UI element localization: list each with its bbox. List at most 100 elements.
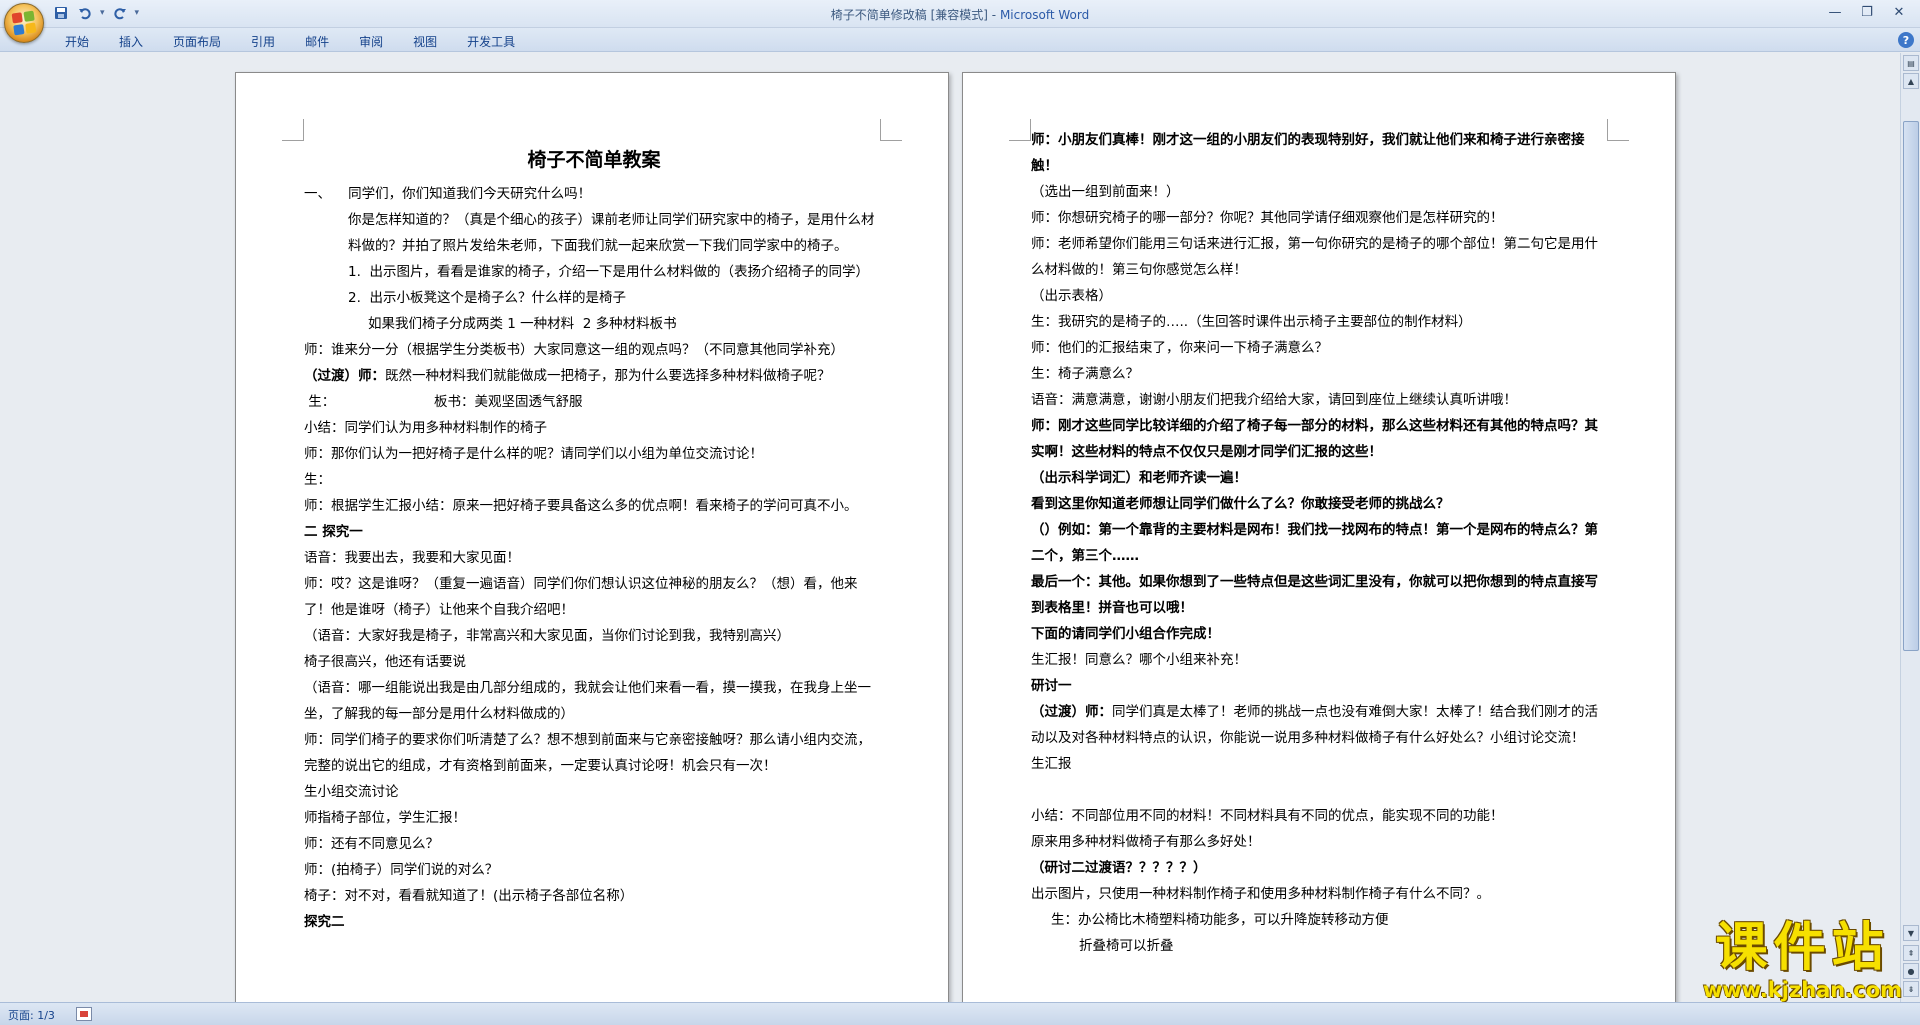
paragraph: 二 探究一: [304, 524, 363, 540]
paragraph: [1031, 777, 1611, 803]
tab-review[interactable]: 审阅: [344, 31, 398, 52]
paragraph: 一、 同学们，你们知道我们今天研究什么吗！: [304, 186, 592, 202]
status-bar: 页面: 1/3: [0, 1002, 1920, 1025]
paragraph: （选出一组到前面来！）: [1031, 184, 1180, 200]
browse-object-icon[interactable]: ●: [1903, 963, 1919, 979]
document-title: 椅子不简单修改稿 [兼容模式]: [830, 8, 988, 22]
paragraph: 1. 出示图片，看看是谁家的椅子，介绍一下是用什么材料做的（表扬介绍椅子的同学）: [348, 264, 869, 280]
paragraph: 研讨一: [1031, 678, 1072, 694]
document-heading: 椅子不简单教案: [527, 149, 661, 171]
watermark-url: www.kjzhan.com: [1702, 978, 1902, 1002]
minimize-icon[interactable]: —: [1820, 2, 1850, 22]
tab-home[interactable]: 开始: [50, 31, 104, 52]
proofing-icon[interactable]: [76, 1007, 92, 1021]
page-1-content[interactable]: 椅子不简单教案 一、 同学们，你们知道我们今天研究什么吗！ 你是怎样知道的？（真是…: [304, 141, 884, 935]
paragraph: 师：刚才这些同学比较详细的介绍了椅子每一部分的材料，那么这些材料还有其他的特点吗…: [1031, 418, 1598, 460]
document-area: 椅子不简单教案 一、 同学们，你们知道我们今天研究什么吗！ 你是怎样知道的？（真是…: [0, 53, 1900, 1002]
paragraph: 探究二: [304, 914, 345, 930]
page-2[interactable]: 师：小朋友们真棒！刚才这一组的小朋友们的表现特别好，我们就让他们来和椅子进行亲密…: [962, 72, 1676, 1002]
scroll-thumb[interactable]: [1903, 121, 1919, 651]
paragraph: 师：小朋友们真棒！刚才这一组的小朋友们的表现特别好，我们就让他们来和椅子进行亲密…: [1031, 132, 1585, 174]
paragraph: 师：还有不同意见么？: [304, 836, 439, 852]
tab-developer[interactable]: 开发工具: [452, 31, 530, 52]
bold-label: （过渡）师：: [1031, 704, 1112, 720]
page-1[interactable]: 椅子不简单教案 一、 同学们，你们知道我们今天研究什么吗！ 你是怎样知道的？（真是…: [235, 72, 949, 1002]
paragraph: 生汇报: [1031, 756, 1072, 772]
paragraph: 语音：我要出去，我要和大家见面！: [304, 550, 520, 566]
paragraph: 师：根据学生汇报小结：原来一把好椅子要具备这么多的优点啊！看来椅子的学问可真不小…: [304, 498, 858, 514]
next-page-icon[interactable]: ⇟: [1903, 981, 1919, 997]
office-logo-icon: [11, 10, 37, 36]
paragraph: （出示表格）: [1031, 288, 1112, 304]
page-2-content[interactable]: 师：小朋友们真棒！刚才这一组的小朋友们的表现特别好，我们就让他们来和椅子进行亲密…: [1031, 127, 1611, 959]
paragraph: （过渡）师：同学们真是太棒了！老师的挑战一点也没有难倒大家！太棒了！结合我们刚才…: [1031, 704, 1598, 746]
tab-page-layout[interactable]: 页面布局: [158, 31, 236, 52]
previous-page-icon[interactable]: ⇞: [1903, 945, 1919, 961]
paragraph: （）例如：第一个靠背的主要材料是网布！我们找一找网布的特点！第一个是网布的特点么…: [1031, 522, 1598, 564]
help-icon[interactable]: ?: [1898, 32, 1914, 48]
paragraph: 如果我们椅子分成两类 1 一种材料 2 多种材料板书: [368, 316, 677, 332]
paragraph: 折叠椅可以折叠: [1079, 938, 1174, 954]
paragraph: 生小组交流讨论: [304, 784, 399, 800]
paragraph: （语音：大家好我是椅子，非常高兴和大家见面，当你们讨论到我，我特别高兴）: [304, 628, 790, 644]
paragraph: 师：同学们椅子的要求你们听清楚了么？想不想到前面来与它亲密接触呀？那么请小组内交…: [304, 732, 871, 774]
bold-label: （过渡）师：: [304, 368, 385, 384]
paragraph: 师：你想研究椅子的哪一部分？你呢？其他同学请仔细观察他们是怎样研究的！: [1031, 210, 1504, 226]
scroll-down-icon[interactable]: ▼: [1903, 925, 1919, 941]
window-controls: — ❐ ✕: [1820, 2, 1914, 22]
paragraph: （出示科学词汇）和老师齐读一遍！: [1031, 470, 1247, 486]
paragraph: （研讨二过渡语？？？？？）: [1031, 860, 1207, 876]
ruler-toggle-icon[interactable]: ▤: [1903, 55, 1919, 71]
vertical-scrollbar[interactable]: ▤ ▲ ▼ ⇞ ● ⇟: [1900, 53, 1920, 1002]
paragraph: 生： 板书：美观坚固透气舒服: [304, 394, 583, 410]
paragraph: 椅子：对不对，看看就知道了！(出示椅子各部位名称）: [304, 888, 634, 904]
restore-icon[interactable]: ❐: [1852, 2, 1882, 22]
tab-view[interactable]: 视图: [398, 31, 452, 52]
paragraph: 生：椅子满意么？: [1031, 366, 1139, 382]
paragraph: 出示图片，只使用一种材料制作椅子和使用多种材料制作椅子有什么不同？。: [1031, 886, 1490, 902]
app-name: Microsoft Word: [999, 8, 1090, 22]
crop-mark: [282, 119, 304, 141]
tab-insert[interactable]: 插入: [104, 31, 158, 52]
ribbon-tabs: 开始 插入 页面布局 引用 邮件 审阅 视图 开发工具: [50, 31, 530, 52]
paragraph: （语音：哪一组能说出我是由几部分组成的，我就会让他们来看一看，摸一摸我，在我身上…: [304, 680, 871, 722]
paragraph: 小结：同学们认为用多种材料制作的椅子: [304, 420, 547, 436]
page-2-paragraphs: 师：小朋友们真棒！刚才这一组的小朋友们的表现特别好，我们就让他们来和椅子进行亲密…: [1031, 127, 1611, 959]
paragraph: 师：他们的汇报结束了，你来问一下椅子满意么？: [1031, 340, 1328, 356]
paragraph: 生汇报！同意么？哪个小组来补充！: [1031, 652, 1247, 668]
paragraph: （过渡）师：既然一种材料我们就能做成一把椅子，那为什么要选择多种材料做椅子呢？: [304, 368, 831, 384]
crop-mark: [880, 119, 902, 141]
ribbon: 开始 插入 页面布局 引用 邮件 审阅 视图 开发工具 ?: [0, 28, 1920, 52]
window-title: 椅子不简单修改稿 [兼容模式] - Microsoft Word: [0, 6, 1920, 23]
paragraph: 下面的请同学们小组合作完成！: [1031, 626, 1220, 642]
paragraph: 师：老师希望你们能用三句话来进行汇报，第一句你研究的是椅子的哪个部位！第二句它是…: [1031, 236, 1598, 278]
paragraph: 小结：不同部位用不同的材料！不同材料具有不同的优点，能实现不同的功能！: [1031, 808, 1504, 824]
watermark-logo: 课件站 www.kjzhan.com: [1703, 918, 1902, 1002]
paragraph: 师指椅子部位，学生汇报！: [304, 810, 466, 826]
paragraph: 看到这里你知道老师想让同学们做什么了么？你敢接受老师的挑战么？: [1031, 496, 1450, 512]
tab-references[interactable]: 引用: [236, 31, 290, 52]
office-button[interactable]: [4, 3, 44, 43]
paragraph: 师：那你们认为一把好椅子是什么样的呢？请同学们以小组为单位交流讨论！: [304, 446, 763, 462]
paragraph: 师：谁来分一分（根据学生分类板书）大家同意这一组的观点吗？（不同意其他同学补充）: [304, 342, 844, 358]
paragraph: 最后一个：其他。如果你想到了一些特点但是这些词汇里没有，你就可以把你想到的特点直…: [1031, 574, 1598, 616]
crop-mark: [1009, 119, 1031, 141]
scroll-up-icon[interactable]: ▲: [1903, 73, 1919, 89]
paragraph: 生：: [304, 472, 331, 488]
close-icon[interactable]: ✕: [1884, 2, 1914, 22]
paragraph: 生：我研究的是椅子的…..（生回答时课件出示椅子主要部位的制作材料）: [1031, 314, 1472, 330]
paragraph: 椅子很高兴，他还有话要说: [304, 654, 466, 670]
paragraph: 生：办公椅比木椅塑料椅功能多，可以升降旋转移动方便: [1051, 912, 1389, 928]
paragraph: 语音：满意满意，谢谢小朋友们把我介绍给大家，请回到座位上继续认真听讲哦！: [1031, 392, 1517, 408]
page-indicator[interactable]: 页面: 1/3: [8, 1007, 55, 1023]
paragraph: 师：哎？这是谁呀？（重复一遍语音）同学们你们想认识这位神秘的朋友么？（想）看，他…: [304, 576, 858, 618]
paragraph: 师：(拍椅子）同学们说的对么？: [304, 862, 499, 878]
page-1-paragraphs: 一、 同学们，你们知道我们今天研究什么吗！ 你是怎样知道的？（真是个细心的孩子）课…: [304, 181, 884, 935]
tab-mailings[interactable]: 邮件: [290, 31, 344, 52]
title-bar: ▾ ▾ 椅子不简单修改稿 [兼容模式] - Microsoft Word — ❐…: [0, 0, 1920, 28]
paragraph: 原来用多种材料做椅子有那么多好处！: [1031, 834, 1261, 850]
title-separator: -: [987, 8, 1000, 22]
paragraph: 2. 出示小板凳这个是椅子么？什么样的是椅子: [348, 290, 626, 306]
watermark-text: 课件站: [1715, 918, 1890, 978]
paragraph: 你是怎样知道的？（真是个细心的孩子）课前老师让同学们研究家中的椅子，是用什么材料…: [348, 212, 875, 254]
